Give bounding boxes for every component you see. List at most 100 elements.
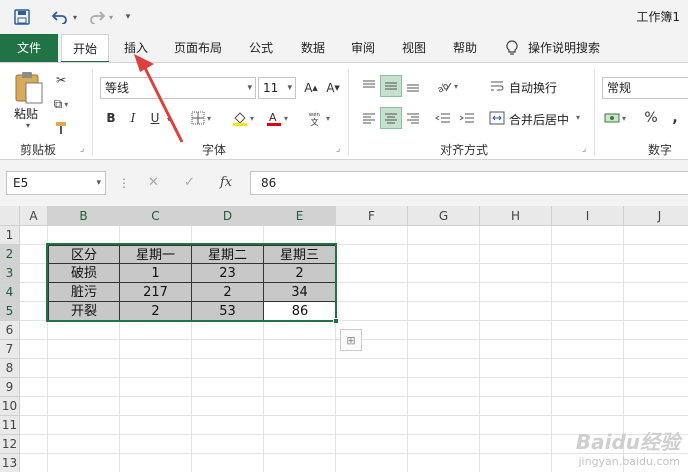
group-separator <box>348 69 349 155</box>
align-top-icon[interactable] <box>358 75 380 97</box>
column-header-c[interactable]: C <box>120 206 192 226</box>
column-header-g[interactable]: G <box>408 206 480 226</box>
tab-formulas[interactable]: 公式 <box>240 34 282 62</box>
paste-label[interactable]: 粘贴 <box>14 105 38 122</box>
row-header-11[interactable]: 11 <box>0 416 20 435</box>
tell-me-search[interactable]: 操作说明搜索 <box>528 34 610 62</box>
cancel-icon[interactable]: ✕ <box>148 171 159 195</box>
column-header-i[interactable]: I <box>552 206 624 226</box>
row-header-8[interactable]: 8 <box>0 359 20 378</box>
font-size-select[interactable]: 11 ▾ <box>258 77 296 99</box>
increase-indent-icon[interactable] <box>456 107 478 129</box>
group-separator <box>594 69 595 155</box>
ribbon-home: 粘贴 ▾ ✂ ⧉ ▾ 剪贴板 ⌟ 等线 ▾ 11 ▾ A ▲ A ▼ B I U ▾ ▾ … <box>0 62 688 160</box>
annotation-arrow <box>134 54 184 143</box>
decrease-font-icon[interactable]: A ▼ <box>322 77 344 99</box>
number-format-select[interactable]: 常规 <box>602 77 688 99</box>
font-size-value: 11 <box>263 81 279 95</box>
column-header-e[interactable]: E <box>264 206 336 226</box>
tab-view[interactable]: 视图 <box>393 34 435 62</box>
group-label-number: 数字 <box>648 143 673 157</box>
row-header-4[interactable]: 4 <box>0 283 20 302</box>
quick-analysis-icon[interactable]: ⊞ <box>340 329 362 351</box>
title-bar: ▾ ▾ ▾ 工作簿1 <box>0 0 688 34</box>
enter-icon[interactable]: ✓ <box>184 171 195 195</box>
chevron-down-icon: ▾ <box>287 83 292 93</box>
row-header-3[interactable]: 3 <box>0 264 20 283</box>
row-header-6[interactable]: 6 <box>0 321 20 340</box>
comma-style-icon[interactable]: , <box>664 107 686 129</box>
paste-dropdown-icon[interactable]: ▾ <box>26 121 30 130</box>
merge-dropdown-icon[interactable]: ▾ <box>576 113 580 122</box>
align-middle-icon[interactable] <box>380 75 402 97</box>
watermark-brand: Baidu经验 <box>575 430 680 454</box>
tab-help[interactable]: 帮助 <box>444 34 486 62</box>
fill-color-icon[interactable]: ▾ <box>232 107 254 129</box>
align-left-icon[interactable] <box>358 107 380 129</box>
column-header-b[interactable]: B <box>48 206 120 226</box>
phonetic-guide-icon[interactable]: wén 文 ▾ <box>308 107 330 129</box>
formula-bar: E5 ▾ ⋮ ✕ ✓ fx 86 <box>0 160 688 206</box>
document-title: 工作簿1 <box>636 10 680 24</box>
svg-text:A: A <box>269 111 277 124</box>
fill-handle[interactable] <box>333 318 339 324</box>
decrease-indent-icon[interactable] <box>432 107 454 129</box>
column-header-j[interactable]: J <box>624 206 688 226</box>
wrap-text-button[interactable]: 自动换行 <box>509 79 557 96</box>
save-icon[interactable] <box>12 7 32 27</box>
redo-icon[interactable] <box>86 7 108 27</box>
svg-text:文: 文 <box>311 117 319 127</box>
paste-icon[interactable] <box>12 69 46 105</box>
font-color-icon[interactable]: A ▾ <box>266 107 288 129</box>
selection-range <box>46 243 337 322</box>
column-header-d[interactable]: D <box>192 206 264 226</box>
clipboard-launcher-icon[interactable]: ⌟ <box>80 144 84 154</box>
bold-button[interactable]: B <box>100 107 122 129</box>
currency-icon[interactable]: ▾ <box>604 107 626 129</box>
redo-dropdown-icon[interactable]: ▾ <box>106 7 116 27</box>
row-header-13[interactable]: 13 <box>0 454 20 472</box>
tab-home[interactable]: 开始 <box>61 34 109 63</box>
tab-data[interactable]: 数据 <box>292 34 334 62</box>
number-format-value: 常规 <box>607 81 632 95</box>
tab-file[interactable]: 文件 <box>0 34 58 62</box>
row-header-10[interactable]: 10 <box>0 397 20 416</box>
increase-font-icon[interactable]: A ▲ <box>300 77 322 99</box>
row-header-5[interactable]: 5 <box>0 302 20 321</box>
row-header-2[interactable]: 2 <box>0 245 20 264</box>
alignment-launcher-icon[interactable]: ⌟ <box>582 144 586 154</box>
lightbulb-icon[interactable] <box>504 34 520 62</box>
align-bottom-icon[interactable] <box>402 75 424 97</box>
column-header-f[interactable]: F <box>336 206 408 226</box>
customize-toolbar-icon[interactable]: ▾ <box>122 7 134 27</box>
merge-center-icon[interactable] <box>486 107 508 129</box>
font-launcher-icon[interactable]: ⌟ <box>336 144 340 154</box>
undo-icon[interactable] <box>48 7 72 27</box>
merge-center-button[interactable]: 合并后居中 <box>509 111 569 128</box>
align-right-icon[interactable] <box>402 107 424 129</box>
column-header-h[interactable]: H <box>480 206 552 226</box>
percent-button[interactable]: % <box>640 107 662 129</box>
select-all-corner[interactable] <box>0 206 20 226</box>
formula-input[interactable]: 86 <box>250 171 688 195</box>
gridline <box>20 377 688 378</box>
watermark: Baidu经验 jingyan.baidu.com <box>576 426 680 468</box>
align-center-icon[interactable] <box>380 107 402 129</box>
copy-icon[interactable]: ⧉ ▾ <box>50 93 72 115</box>
row-header-1[interactable]: 1 <box>0 226 20 245</box>
gridline <box>20 358 688 359</box>
more-icon[interactable]: ⋮ <box>118 171 130 195</box>
row-header-12[interactable]: 12 <box>0 435 20 454</box>
name-box[interactable]: E5 ▾ <box>6 171 106 195</box>
tab-review[interactable]: 审阅 <box>342 34 384 62</box>
cut-icon[interactable]: ✂ <box>50 69 72 91</box>
column-header-a[interactable]: A <box>20 206 48 226</box>
insert-function-button[interactable]: fx <box>220 171 232 195</box>
wrap-text-icon[interactable] <box>486 75 508 97</box>
format-painter-icon[interactable] <box>50 117 72 139</box>
row-header-9[interactable]: 9 <box>0 378 20 397</box>
undo-dropdown-icon[interactable]: ▾ <box>70 7 80 27</box>
chevron-down-icon: ▾ <box>96 178 101 188</box>
orientation-icon[interactable]: ab ▾ <box>436 75 458 97</box>
row-header-7[interactable]: 7 <box>0 340 20 359</box>
